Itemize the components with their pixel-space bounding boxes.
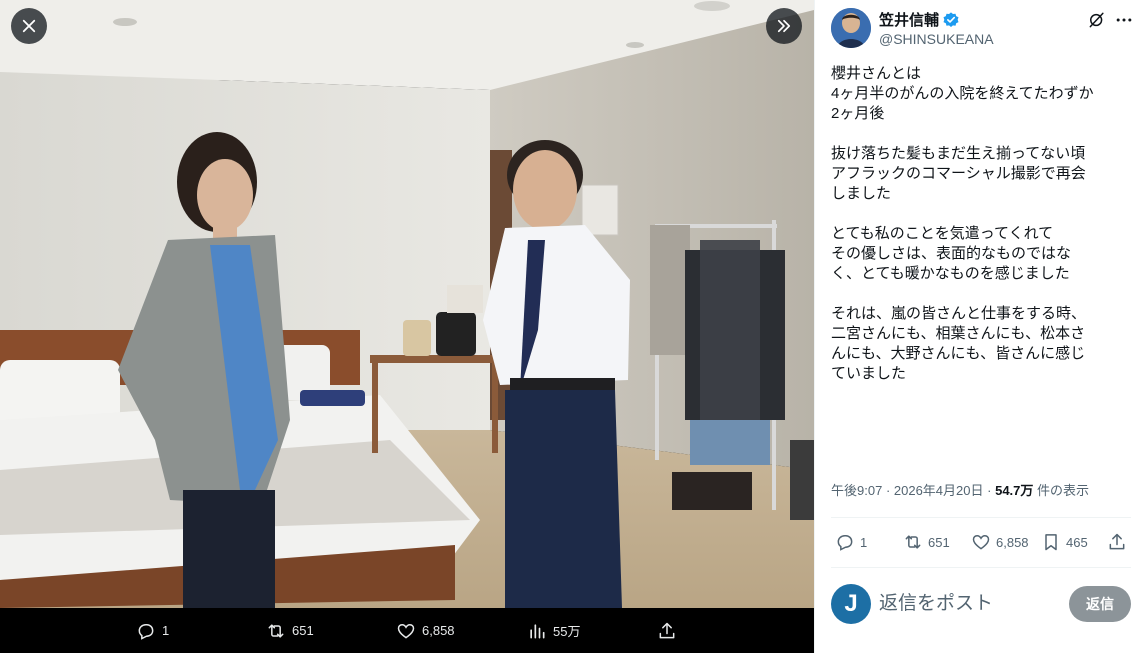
grok-icon[interactable] [1087, 10, 1107, 30]
bookmark-count: 465 [1066, 534, 1088, 550]
tweet-text-line: それは、嵐の皆さんと仕事をする時、 [831, 305, 1087, 322]
user-avatar: J [831, 584, 871, 624]
tweet-text-line: く、とても暖かなものを感じました [831, 265, 1070, 282]
tweet-text-line: とても私のことを気遣ってくれて [831, 225, 1054, 242]
tweet-text-line: んにも、大野さんにも、皆さんに感じ [831, 345, 1086, 362]
display-name: 笠井信輔 [879, 12, 940, 29]
viewer-reply-count: 1 [162, 623, 170, 638]
reply-icon [138, 623, 154, 640]
reply-submit-button[interactable]: 返信 [1069, 586, 1131, 622]
reply-button[interactable]: 1 [835, 520, 867, 564]
tweet-date[interactable]: 2026年4月20日 [894, 483, 984, 498]
meta-separator: · [987, 483, 996, 498]
viewer-reply-button[interactable]: 1 [136, 608, 169, 653]
heart-icon [397, 623, 415, 639]
close-button[interactable] [11, 8, 47, 44]
viewer-like-count: 6,858 [422, 623, 455, 638]
retweet-icon [905, 535, 921, 549]
retweet-icon [268, 623, 284, 638]
retweet-count: 651 [928, 534, 950, 550]
tweet-text-line: 二宮さんにも、相葉さんにも、松本さ [831, 325, 1086, 342]
view-count: 54.7万 [995, 483, 1034, 498]
like-count: 6,858 [996, 534, 1029, 550]
viewer-action-bar: 1 651 6,858 55万 [0, 608, 814, 653]
views-label: 件の表示 [1037, 483, 1090, 498]
reply-composer: J 返信 [831, 582, 1131, 626]
divider [831, 517, 1131, 518]
tweet-detail-panel: 笠井信輔 @SHINSUKEANA 櫻井さんとは 4ヶ月半のがんの入院を終えてたわ… [814, 0, 1146, 653]
verified-badge-icon [943, 11, 959, 27]
author-name[interactable]: 笠井信輔 [879, 9, 960, 30]
bookmark-button[interactable]: 465 [1041, 520, 1088, 564]
viewer-like-button[interactable]: 6,858 [396, 608, 455, 653]
meta-separator: · [885, 483, 894, 498]
tweet-time[interactable]: 午後9:07 [831, 483, 882, 498]
tweet-text-line: 櫻井さんとは [831, 65, 922, 82]
tweet-text-line: しました [831, 185, 892, 202]
expand-panel-button[interactable] [766, 8, 802, 44]
divider [831, 567, 1131, 568]
tweet-meta: 午後9:07 · 2026年4月20日 · 54.7万 件の表示 [831, 480, 1089, 499]
avatar-letter: J [844, 590, 858, 617]
reply-count: 1 [860, 534, 868, 550]
more-options-icon[interactable] [1114, 10, 1134, 30]
author-handle[interactable]: @SHINSUKEANA [879, 31, 994, 47]
like-button[interactable]: 6,858 [971, 520, 1029, 564]
bookmark-icon [1045, 534, 1057, 551]
author-avatar[interactable] [831, 8, 871, 48]
viewer-views-button[interactable]: 55万 [527, 608, 580, 653]
heart-icon [972, 534, 990, 550]
tweet-body: 櫻井さんとは 4ヶ月半のがんの入院を終えてたわずか 2ヶ月後抜け落ちた髪もまだ生え揃… [831, 64, 1136, 384]
tweet-text-line: 4ヶ月半のがんの入院を終えてたわずか [831, 85, 1094, 102]
reply-icon [837, 535, 853, 551]
tweet-text-line: アフラックのコマーシャル撮影で再会 [831, 165, 1086, 182]
viewer-view-count: 55万 [553, 624, 581, 639]
tweet-photo[interactable] [0, 0, 814, 608]
viewer-share-button[interactable] [657, 608, 677, 653]
reply-input[interactable] [879, 586, 1059, 622]
tweet-text-line: 抜け落ちた髪もまだ生え揃ってない頃 [831, 145, 1086, 162]
double-chevron-right-icon [777, 19, 791, 33]
share-button[interactable] [1107, 520, 1127, 564]
viewer-retweet-button[interactable]: 651 [266, 608, 314, 653]
tweet-text-line: 2ヶ月後 [831, 105, 885, 122]
viewer-retweet-count: 651 [292, 623, 314, 638]
views-chart-icon [530, 623, 545, 638]
media-viewer: 1 651 6,858 55万 [0, 0, 814, 653]
tweet-text-line: ていました [831, 365, 907, 382]
tweet-action-bar: 1 651 6,858 465 [831, 520, 1131, 564]
tweet-text-line: その優しさは、表面的なものではな [831, 245, 1072, 262]
close-icon [22, 19, 36, 33]
share-icon [659, 622, 675, 638]
retweet-button[interactable]: 651 [903, 520, 950, 564]
share-icon [1109, 533, 1125, 550]
